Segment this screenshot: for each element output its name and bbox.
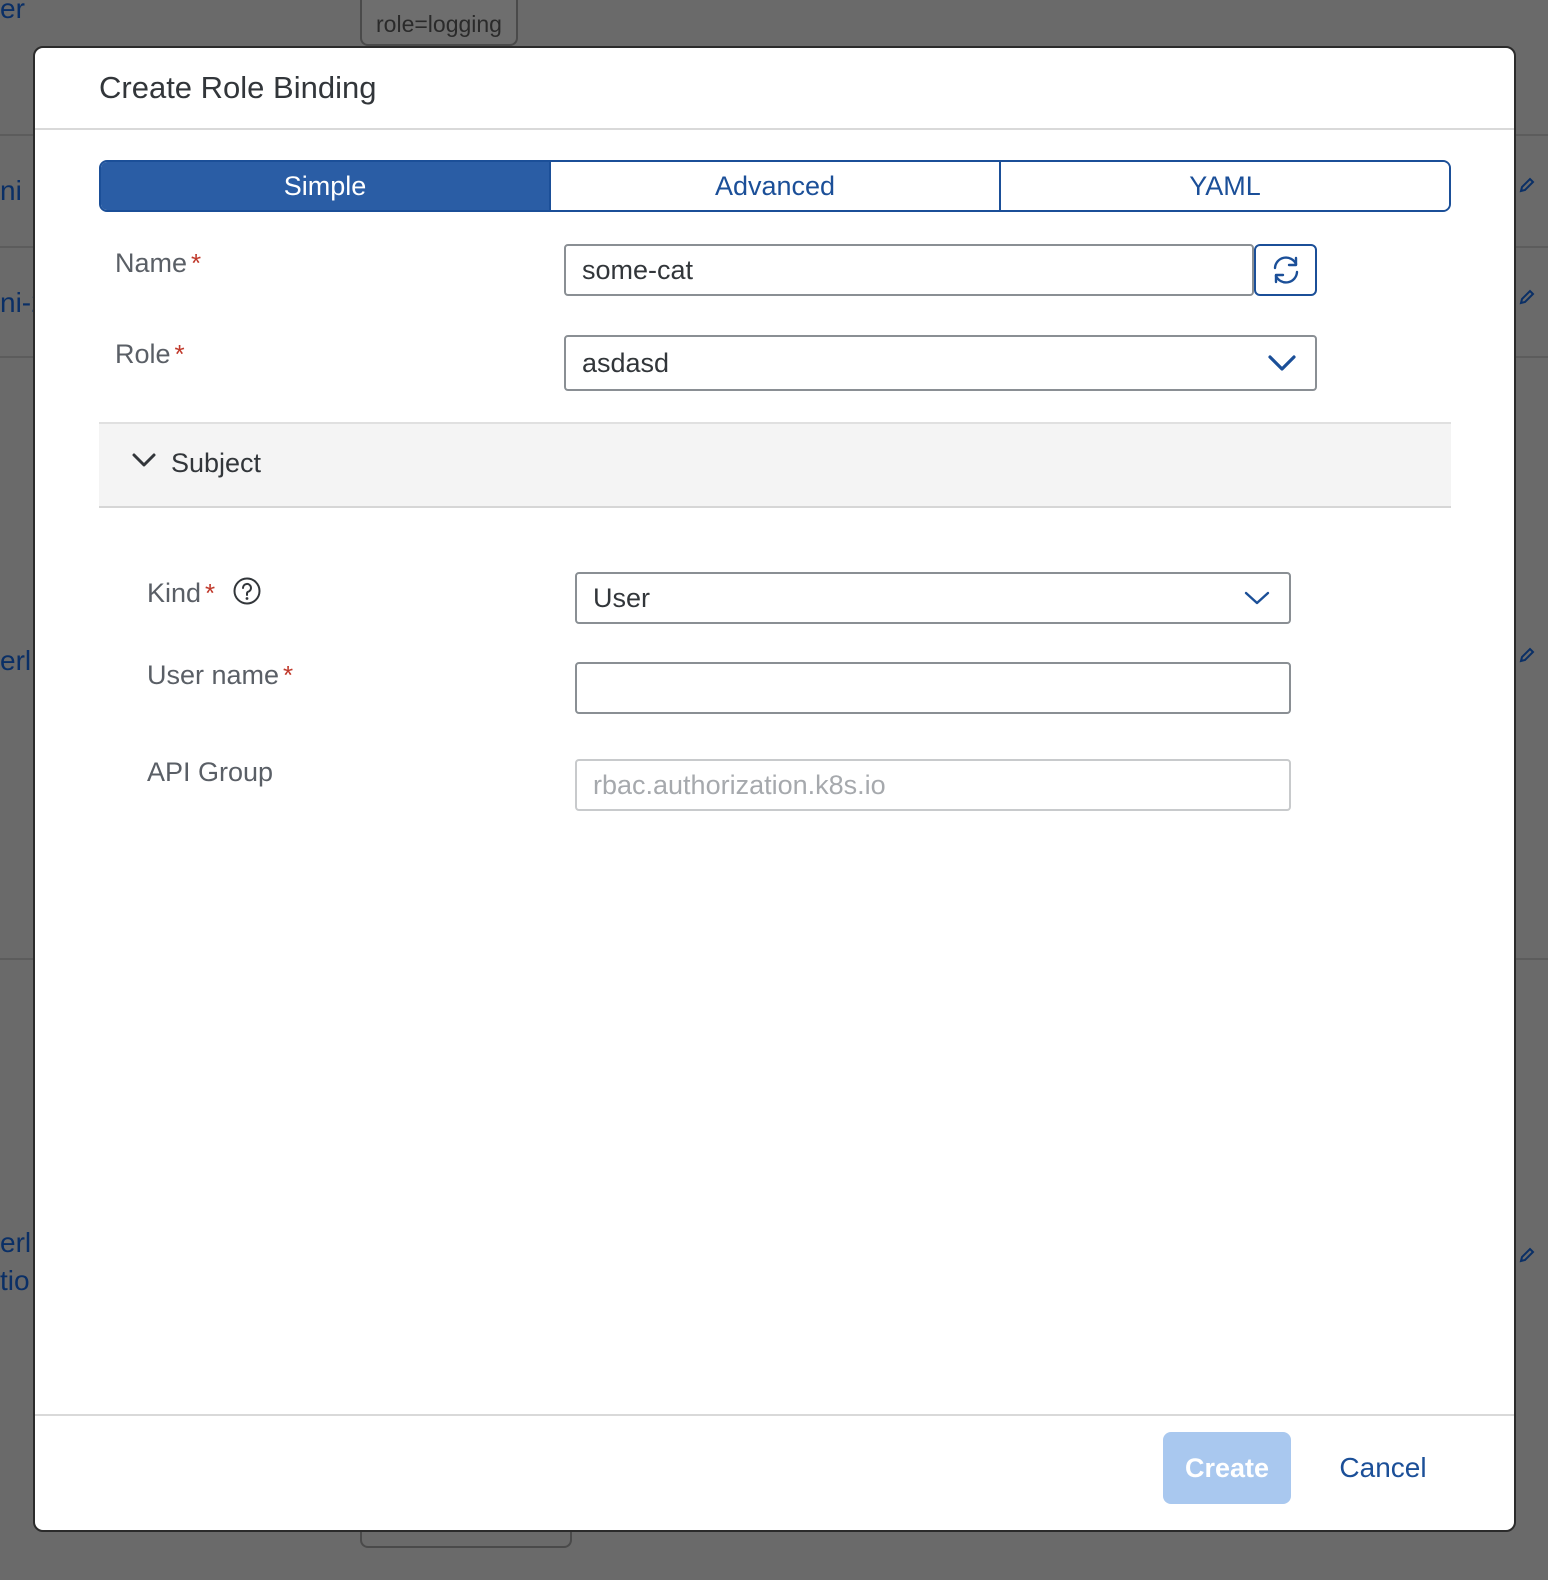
bg-divider	[0, 246, 33, 248]
required-marker: *	[191, 248, 202, 278]
mode-tabs: Simple Advanced YAML	[99, 160, 1451, 212]
role-select[interactable]: asdasd	[564, 335, 1317, 391]
subject-panel-title: Subject	[171, 448, 262, 478]
name-input[interactable]: some-cat	[564, 244, 1254, 296]
name-input-value: some-cat	[582, 254, 694, 285]
bg-fragment: erl	[0, 1227, 32, 1258]
role-label-text: Role	[115, 339, 171, 369]
kind-label-text: Kind	[147, 578, 202, 608]
dialog-header: Create Role Binding	[35, 48, 1514, 130]
tab-advanced[interactable]: Advanced	[549, 162, 999, 210]
bg-divider	[0, 134, 33, 136]
bg-chip-bottom	[360, 1532, 572, 1548]
question-circle-icon[interactable]	[233, 577, 261, 605]
bg-divider	[1516, 246, 1548, 248]
api-group-input-value: rbac.authorization.k8s.io	[593, 769, 886, 800]
api-group-input: rbac.authorization.k8s.io	[575, 759, 1291, 811]
dialog-footer: Create Cancel	[35, 1414, 1514, 1530]
bg-divider	[0, 958, 33, 960]
required-marker: *	[283, 660, 294, 690]
bg-divider	[1516, 134, 1548, 136]
create-button[interactable]: Create	[1163, 1432, 1291, 1504]
tab-simple[interactable]: Simple	[101, 162, 549, 210]
bg-fragment: tio	[0, 1265, 30, 1296]
regenerate-name-button[interactable]	[1254, 244, 1317, 296]
kind-label: Kind *	[147, 578, 215, 608]
kind-select-value: User	[593, 582, 651, 613]
bg-fragment: erl	[0, 645, 32, 676]
kind-select[interactable]: User	[575, 572, 1291, 624]
name-label-text: Name	[115, 248, 188, 278]
bg-divider	[1516, 958, 1548, 960]
user-name-label: User name *	[147, 660, 293, 690]
bg-fragment: ni	[0, 175, 22, 206]
pencil-icon	[1519, 177, 1535, 193]
chevron-down-icon	[132, 453, 156, 467]
chevron-down-icon	[1268, 355, 1296, 371]
bg-label-chip: role=logging	[360, 0, 518, 46]
pencil-icon	[1519, 647, 1535, 663]
api-group-label: API Group	[147, 757, 274, 787]
bg-divider	[0, 356, 33, 358]
dialog-title: Create Role Binding	[99, 70, 377, 105]
user-name-label-text: User name	[147, 660, 280, 690]
user-name-input[interactable]	[575, 662, 1291, 714]
required-marker: *	[205, 578, 216, 608]
role-select-value: asdasd	[582, 347, 670, 378]
required-marker: *	[174, 339, 185, 369]
chevron-down-icon	[1244, 591, 1270, 605]
pencil-icon	[1519, 289, 1535, 305]
cancel-button[interactable]: Cancel	[1325, 1432, 1441, 1504]
create-role-binding-dialog: Create Role Binding Simple Advanced YAML…	[33, 46, 1516, 1532]
bg-divider	[1516, 356, 1548, 358]
subject-panel-toggle[interactable]: Subject	[99, 422, 1451, 508]
tab-yaml[interactable]: YAML	[999, 162, 1449, 210]
bg-fragment: er	[0, 0, 25, 24]
name-label: Name *	[115, 248, 201, 278]
pencil-icon	[1519, 1247, 1535, 1263]
refresh-icon	[1273, 256, 1298, 284]
role-label: Role *	[115, 339, 185, 369]
